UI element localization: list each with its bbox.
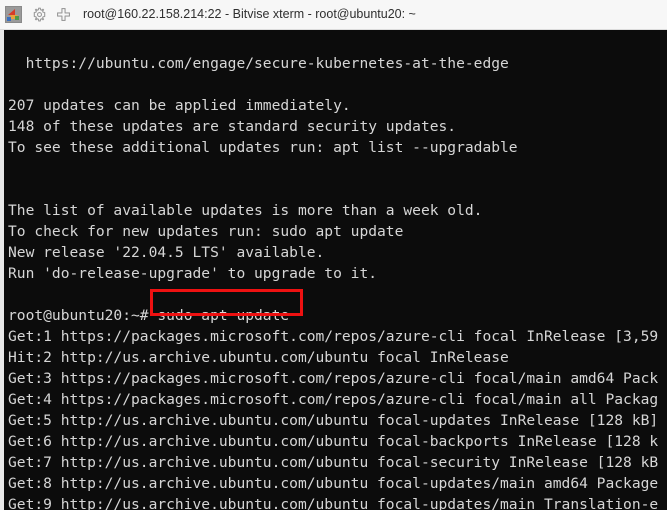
terminal-line: Get:4 https://packages.microsoft.com/rep…	[8, 391, 659, 408]
terminal-line: Get:8 http://us.archive.ubuntu.com/ubunt…	[8, 475, 659, 492]
terminal-line: 207 updates can be applied immediately.	[8, 97, 351, 114]
terminal-line: Get:3 https://packages.microsoft.com/rep…	[8, 370, 659, 387]
terminal-line: Hit:2 http://us.archive.ubuntu.com/ubunt…	[8, 349, 509, 366]
terminal-line: To check for new updates run: sudo apt u…	[8, 223, 404, 240]
terminal-window: root@160.22.158.214:22 - Bitvise xterm -…	[0, 0, 667, 510]
terminal-prompt-line: root@ubuntu20:~# sudo apt update	[8, 307, 290, 324]
terminal-line: https://ubuntu.com/engage/secure-kuberne…	[8, 55, 509, 72]
gear-icon[interactable]	[29, 5, 49, 25]
terminal-line: Get:5 http://us.archive.ubuntu.com/ubunt…	[8, 412, 659, 429]
terminal-line: New release '22.04.5 LTS' available.	[8, 244, 325, 261]
window-title: root@160.22.158.214:22 - Bitvise xterm -…	[83, 7, 416, 22]
terminal-line: 148 of these updates are standard securi…	[8, 118, 457, 135]
terminal-body[interactable]: https://ubuntu.com/engage/secure-kuberne…	[0, 30, 667, 510]
new-tab-plus-icon[interactable]	[53, 5, 73, 25]
terminal-line: Get:6 http://us.archive.ubuntu.com/ubunt…	[8, 433, 659, 450]
terminal-line: Get:1 https://packages.microsoft.com/rep…	[8, 328, 659, 345]
terminal-line: Get:9 http://us.archive.ubuntu.com/ubunt…	[8, 496, 659, 510]
terminal-screen: https://ubuntu.com/engage/secure-kuberne…	[4, 30, 667, 510]
terminal-line: To see these additional updates run: apt…	[8, 139, 518, 156]
terminal-line: Run 'do-release-upgrade' to upgrade to i…	[8, 265, 378, 282]
bitvise-app-icon	[5, 6, 22, 23]
terminal-line: The list of available updates is more th…	[8, 202, 483, 219]
titlebar: root@160.22.158.214:22 - Bitvise xterm -…	[0, 0, 667, 30]
terminal-line: Get:7 http://us.archive.ubuntu.com/ubunt…	[8, 454, 659, 471]
